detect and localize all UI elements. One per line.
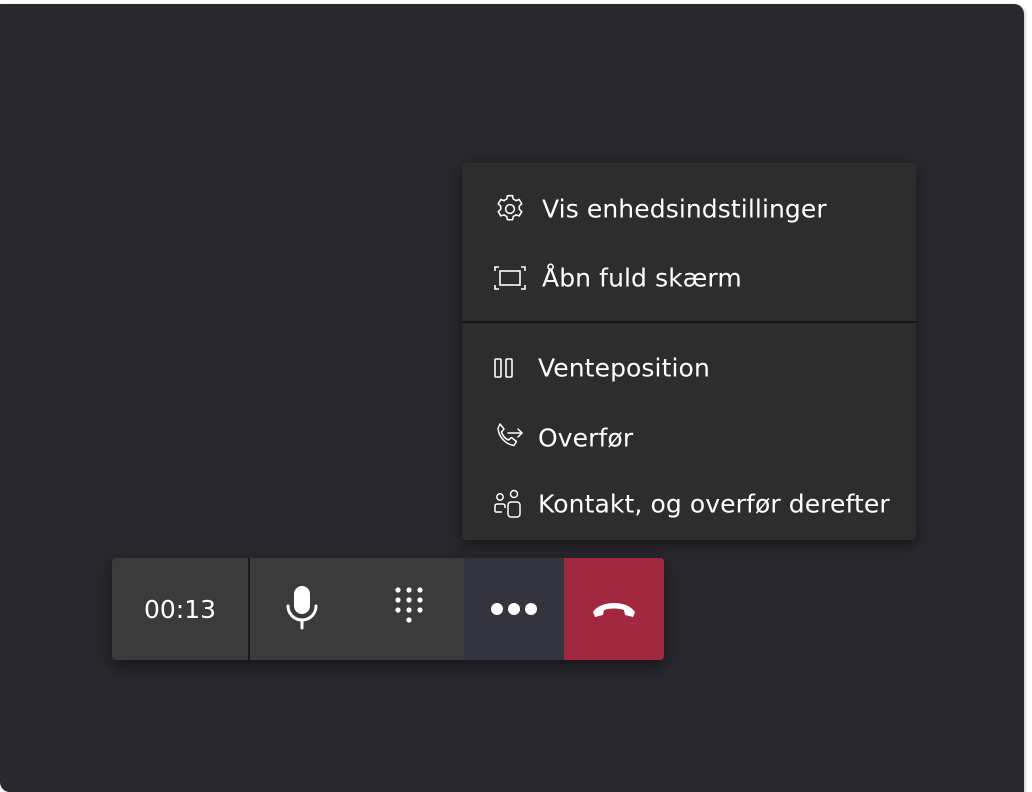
- more-options-menu: Vis enhedsindstillinger Åbn fuld skærm V…: [462, 163, 916, 540]
- fullscreen-icon: [492, 260, 528, 296]
- call-controls-bar: 00:13: [112, 558, 664, 660]
- consult-transfer-icon: [490, 486, 526, 522]
- pause-icon: [486, 350, 522, 386]
- menu-item-fullscreen[interactable]: Åbn fuld skærm: [462, 248, 916, 308]
- menu-item-label: Kontakt, og overfør derefter: [538, 489, 890, 519]
- menu-item-label: Overfør: [538, 423, 634, 453]
- microphone-icon: [282, 584, 322, 634]
- dialpad-button[interactable]: [354, 558, 464, 660]
- gear-icon: [492, 191, 528, 227]
- call-window: Vis enhedsindstillinger Åbn fuld skærm V…: [0, 4, 1024, 792]
- transfer-call-icon: [490, 420, 526, 456]
- menu-item-hold[interactable]: Venteposition: [462, 338, 916, 398]
- mute-button[interactable]: [250, 558, 354, 660]
- more-options-icon: [490, 602, 538, 616]
- call-timer: 00:13: [143, 594, 217, 624]
- menu-item-device-settings[interactable]: Vis enhedsindstillinger: [462, 179, 916, 239]
- menu-item-label: Venteposition: [538, 353, 710, 383]
- hang-up-button[interactable]: [564, 558, 664, 660]
- hang-up-icon: [590, 599, 638, 619]
- menu-item-label: Vis enhedsindstillinger: [542, 194, 827, 224]
- menu-item-label: Åbn fuld skærm: [542, 263, 742, 293]
- menu-item-consult-transfer[interactable]: Kontakt, og overfør derefter: [462, 474, 916, 534]
- dialpad-icon: [392, 586, 426, 632]
- menu-item-transfer[interactable]: Overfør: [462, 408, 916, 468]
- more-options-button[interactable]: [464, 558, 564, 660]
- menu-divider: [462, 321, 916, 323]
